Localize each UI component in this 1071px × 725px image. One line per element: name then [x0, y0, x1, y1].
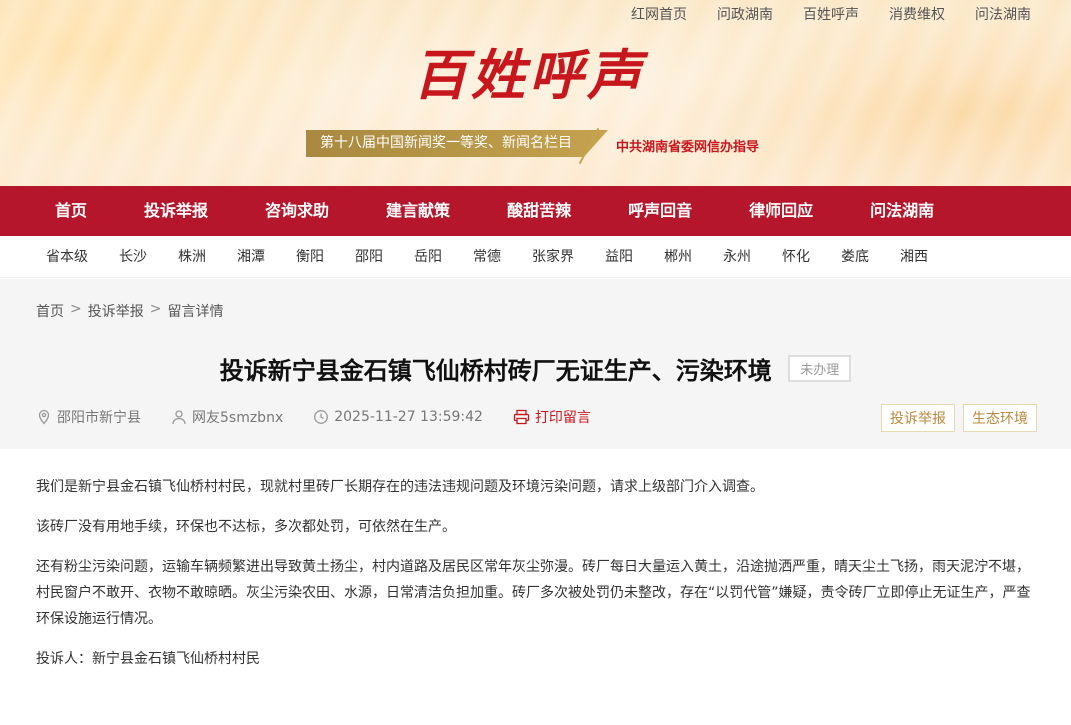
city-nav-yongzhou[interactable]: 永州: [723, 236, 751, 277]
breadcrumb-separator: >: [70, 301, 82, 317]
city-nav-loudi[interactable]: 娄底: [841, 236, 869, 277]
city-nav-zhangjiajie[interactable]: 张家界: [532, 236, 574, 277]
city-nav-xiangtan[interactable]: 湘潭: [237, 236, 265, 277]
city-nav-yueyang[interactable]: 岳阳: [414, 236, 442, 277]
main-nav-consult[interactable]: 咨询求助: [236, 186, 357, 236]
top-link-baixing[interactable]: 百姓呼声: [803, 6, 859, 24]
city-nav-xiangxi[interactable]: 湘西: [900, 236, 928, 277]
tag-complaint[interactable]: 投诉举报: [881, 404, 955, 432]
city-nav-chenzhou[interactable]: 郴州: [664, 236, 692, 277]
article-paragraph: 还有粉尘污染问题，运输车辆频繁进出导致黄土扬尘，村内道路及居民区常年灰尘弥漫。砖…: [36, 559, 1031, 627]
top-link-hongwang-home[interactable]: 红网首页: [631, 6, 687, 24]
article-paragraph: 我们是新宁县金石镇飞仙桥村村民，现就村里砖厂长期存在的违法违规问题及环境污染问题…: [36, 479, 764, 495]
user-info: 网友5smzbnx: [171, 407, 283, 427]
article-paragraph: 该砖厂没有用地手续，环保也不达标，多次都处罚，可依然在生产。: [36, 519, 456, 535]
article-paragraph: 投诉人：新宁县金石镇飞仙桥村村民: [36, 651, 260, 667]
main-nav: 首页 投诉举报 咨询求助 建言献策 酸甜苦辣 呼声回音 律师回应 问法湖南: [0, 186, 1071, 236]
location-info: 邵阳市新宁县: [36, 407, 141, 427]
top-link-wenfa[interactable]: 问法湖南: [975, 6, 1031, 24]
city-nav-shaoyang[interactable]: 邵阳: [355, 236, 383, 277]
main-nav-law-hunan[interactable]: 问法湖南: [841, 186, 962, 236]
award-banner: 第十八届中国新闻奖一等奖、新闻名栏目: [306, 130, 608, 157]
title-row: 投诉新宁县金石镇飞仙桥村砖厂无证生产、污染环境 未办理: [0, 351, 1071, 386]
breadcrumb: 首页 > 投诉举报 > 留言详情: [36, 301, 223, 321]
city-nav-hengyang[interactable]: 衡阳: [296, 236, 324, 277]
page-title: 投诉新宁县金石镇飞仙桥村砖厂无证生产、污染环境: [219, 357, 772, 385]
status-badge: 未办理: [788, 355, 852, 382]
tag-ecology[interactable]: 生态环境: [963, 404, 1037, 432]
city-nav-zhuzhou[interactable]: 株洲: [178, 236, 206, 277]
article-info: 邵阳市新宁县 网友5smzbnx 2025-11-27 13:59:42 打印留…: [36, 407, 621, 427]
clock-icon: [314, 410, 329, 424]
post-datetime: 2025-11-27 13:59:42: [334, 409, 483, 425]
city-nav-changde[interactable]: 常德: [473, 236, 501, 277]
top-links: 红网首页 问政湖南 百姓呼声 消费维权 问法湖南: [631, 6, 1031, 24]
top-link-wenzheng[interactable]: 问政湖南: [717, 6, 773, 24]
breadcrumb-home[interactable]: 首页: [36, 301, 64, 321]
top-link-consumer[interactable]: 消费维权: [889, 6, 945, 24]
printer-icon: [513, 409, 530, 425]
breadcrumb-separator: >: [149, 301, 162, 317]
main-nav-life[interactable]: 酸甜苦辣: [478, 186, 599, 236]
city-nav-huaihua[interactable]: 怀化: [782, 236, 810, 277]
print-button[interactable]: 打印留言: [513, 407, 591, 427]
main-nav-response[interactable]: 呼声回音: [599, 186, 720, 236]
location-text: 邵阳市新宁县: [57, 410, 141, 426]
user-icon: [172, 410, 186, 425]
city-nav-changsha[interactable]: 长沙: [119, 236, 147, 277]
print-label: 打印留言: [534, 410, 591, 426]
article-header: 首页 > 投诉举报 > 留言详情 投诉新宁县金石镇飞仙桥村砖厂无证生产、污染环境…: [0, 279, 1071, 449]
main-nav-lawyer[interactable]: 律师回应: [720, 186, 841, 236]
article-tags: 投诉举报 生态环境: [881, 404, 1037, 432]
city-nav-province[interactable]: 省本级: [46, 236, 88, 277]
user-name: 网友5smzbnx: [192, 410, 284, 426]
time-info: 2025-11-27 13:59:42: [313, 409, 483, 425]
city-nav-yiyang[interactable]: 益阳: [605, 236, 633, 277]
main-nav-suggestion[interactable]: 建言献策: [357, 186, 478, 236]
location-pin-icon: [38, 409, 50, 425]
guide-text: 中共湖南省委网信办指导: [616, 140, 760, 155]
header-banner: 红网首页 问政湖南 百姓呼声 消费维权 问法湖南 百姓呼声 第十八届中国新闻奖一…: [0, 0, 1071, 186]
main-nav-home[interactable]: 首页: [26, 186, 115, 236]
site-logo-title[interactable]: 百姓呼声: [413, 40, 657, 110]
breadcrumb-complaint[interactable]: 投诉举报: [88, 301, 144, 321]
city-nav: 省本级 长沙 株洲 湘潭 衡阳 邵阳 岳阳 常德 张家界 益阳 郴州 永州 怀化…: [0, 236, 1071, 278]
main-nav-complaint[interactable]: 投诉举报: [115, 186, 236, 236]
breadcrumb-current: 留言详情: [167, 304, 224, 320]
article-body: 我们是新宁县金石镇飞仙桥村村民，现就村里砖厂长期存在的违法违规问题及环境污染问题…: [36, 474, 1036, 686]
